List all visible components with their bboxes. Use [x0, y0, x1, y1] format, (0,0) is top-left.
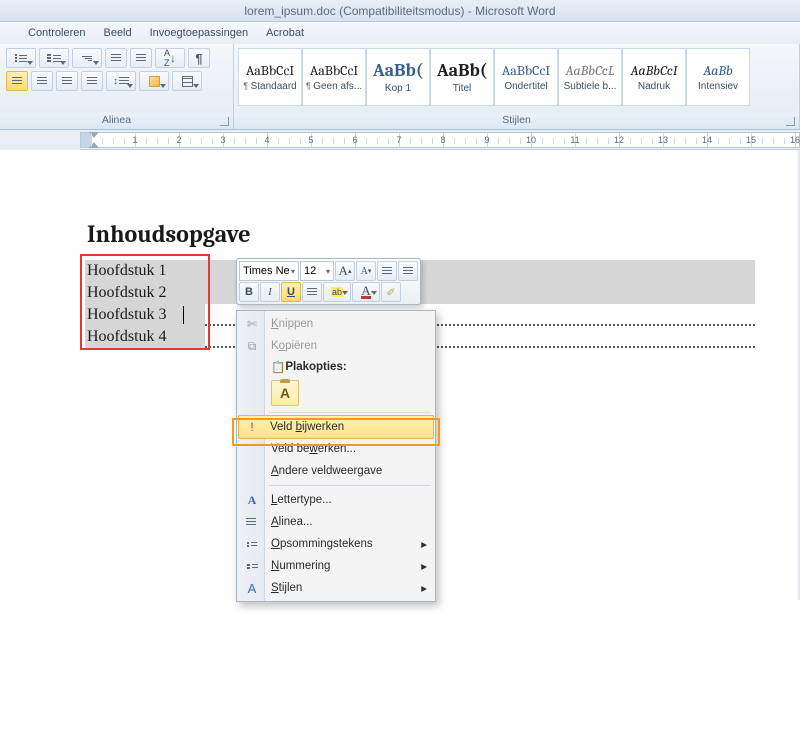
toc-entry-label: Hoofdstuk 3 [85, 306, 167, 324]
tab-invoegtoepassingen[interactable]: Invoegtoepassingen [150, 27, 248, 39]
mini-font-name: Times Ne [243, 265, 290, 277]
paste-keep-text-button[interactable]: A [271, 380, 299, 406]
align-right-button[interactable] [56, 71, 78, 91]
ribbon: AZ↓ ¶ ↕ Alinea AaBbCcIStandaardAaBbCcIGe… [0, 44, 800, 130]
borders-button[interactable] [172, 71, 202, 91]
ctx-paste-options: A [239, 377, 433, 409]
paragraph-icon [244, 514, 260, 530]
bullets-button[interactable] [6, 48, 36, 68]
mini-align-center-button[interactable] [302, 282, 322, 302]
mini-bold-button[interactable]: B [239, 282, 259, 302]
font-a-icon: A [244, 492, 260, 508]
group-label-alinea: Alinea [0, 113, 233, 129]
style-swatch[interactable]: AaBbCcIOndertitel [494, 48, 558, 106]
mini-font-combo[interactable]: Times Ne▾ [239, 261, 299, 281]
toc-entry-label: Hoofdstuk 2 [85, 284, 167, 302]
increase-indent-button[interactable] [130, 48, 152, 68]
mini-underline-button[interactable]: U [281, 282, 301, 302]
mini-indent-increase-button[interactable] [398, 261, 418, 281]
show-marks-button[interactable]: ¶ [188, 48, 210, 68]
style-swatch[interactable]: AaBbCcIStandaard [238, 48, 302, 106]
scissors-icon: ✄ [244, 316, 260, 332]
mini-toolbar: Times Ne▾ 12▾ A▴ A▾ B I U ab A ✐ [236, 258, 421, 305]
horizontal-ruler[interactable]: 12345678910111213141516 [80, 132, 800, 148]
ctx-toggle-field[interactable]: Andere veldweergave [239, 460, 433, 482]
style-swatch[interactable]: AaBb(Kop 1 [366, 48, 430, 106]
doc-heading: Inhoudsopgave [87, 220, 251, 248]
styles-a-icon: A [244, 580, 260, 596]
ctx-cut-label: K [271, 318, 279, 330]
justify-button[interactable] [81, 71, 103, 91]
sort-button[interactable]: AZ↓ [155, 48, 185, 68]
tab-beeld[interactable]: Beeld [103, 27, 131, 39]
mini-shrink-font-button[interactable]: A▾ [356, 261, 376, 281]
numbering-button[interactable] [39, 48, 69, 68]
ctx-paragraph[interactable]: Alinea... [239, 511, 433, 533]
align-center-button[interactable] [31, 71, 53, 91]
style-swatch[interactable]: AaBb(Titel [430, 48, 494, 106]
mini-grow-font-button[interactable]: A▴ [335, 261, 355, 281]
mini-format-painter-button[interactable]: ✐ [381, 282, 401, 302]
ruler-row: 12345678910111213141516 [0, 130, 800, 150]
shading-button[interactable] [139, 71, 169, 91]
mini-highlight-button[interactable]: ab [323, 282, 351, 302]
mini-size-combo[interactable]: 12▾ [300, 261, 334, 281]
style-swatch[interactable]: AaBbCcIGeen afs... [302, 48, 366, 106]
context-menu: ✄ Knippen ⧉ Kopiëren 📋 Plakopties: A ! V… [236, 310, 436, 602]
ctx-cut: ✄ Knippen [239, 313, 433, 335]
bullets-icon [244, 536, 260, 552]
mini-size-value: 12 [304, 265, 316, 277]
mini-italic-button[interactable]: I [260, 282, 280, 302]
style-swatch[interactable]: AaBbCcINadruk [622, 48, 686, 106]
annotation-orange-box [232, 418, 440, 446]
decrease-indent-button[interactable] [105, 48, 127, 68]
style-swatch[interactable]: AaBbCcLSubtiele b... [558, 48, 622, 106]
copy-icon: ⧉ [244, 338, 260, 354]
mini-indent-decrease-button[interactable] [377, 261, 397, 281]
styles-gallery[interactable]: AaBbCcIStandaardAaBbCcIGeen afs...AaBb(K… [234, 44, 799, 106]
multilevel-list-button[interactable] [72, 48, 102, 68]
ribbon-tabs: Controleren Beeld Invoegtoepassingen Acr… [0, 22, 800, 44]
ctx-paste-header: 📋 Plakopties: [239, 357, 433, 377]
group-label-stijlen: Stijlen [234, 113, 799, 129]
ctx-bullets[interactable]: Opsommingstekens ▸ [239, 533, 433, 555]
style-swatch[interactable]: AaBbIntensiev [686, 48, 750, 106]
text-caret [183, 306, 184, 324]
toc-entry-label: Hoofdstuk 4 [85, 328, 167, 346]
ctx-numbering[interactable]: Nummering ▸ [239, 555, 433, 577]
numbering-icon [244, 558, 260, 574]
ctx-font[interactable]: A Lettertype... [239, 489, 433, 511]
tab-controleren[interactable]: Controleren [28, 27, 85, 39]
toc-entry-label: Hoofdstuk 1 [85, 262, 167, 280]
ctx-styles[interactable]: A Stijlen ▸ [239, 577, 433, 599]
mini-font-color-button[interactable]: A [352, 282, 380, 302]
align-left-button[interactable] [6, 71, 28, 91]
line-spacing-button[interactable]: ↕ [106, 71, 136, 91]
ctx-copy: ⧉ Kopiëren [239, 335, 433, 357]
window-title: lorem_ipsum.doc (Compatibiliteitsmodus) … [0, 0, 800, 22]
tab-acrobat[interactable]: Acrobat [266, 27, 304, 39]
clipboard-icon: 📋 [271, 360, 285, 374]
